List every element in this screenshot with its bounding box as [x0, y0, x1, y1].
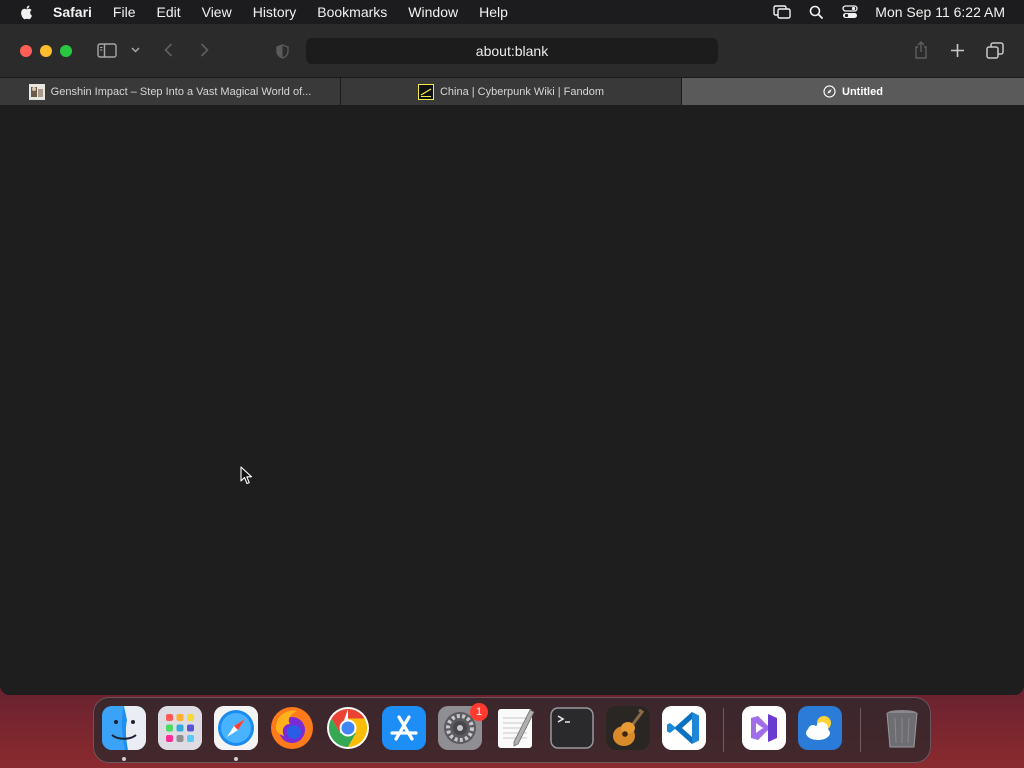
- sidebar-toggle-icon[interactable]: [96, 42, 118, 58]
- chevron-down-icon[interactable]: [129, 45, 141, 55]
- genshin-favicon: [28, 83, 45, 100]
- new-tab-plus-icon[interactable]: [948, 41, 966, 59]
- tab-label: China | Cyberpunk Wiki | Fandom: [439, 85, 605, 98]
- dock-launchpad-icon[interactable]: [158, 706, 202, 750]
- menu-bar-clock[interactable]: Mon Sep 11 6:22 AM: [875, 4, 1005, 20]
- dock-textedit-icon[interactable]: [494, 706, 538, 750]
- menu-bar: Safari File Edit View History Bookmarks …: [0, 0, 1024, 24]
- tab-genshin-impact[interactable]: Genshin Impact – Step Into a Vast Magica…: [0, 78, 341, 105]
- dock-separator: [860, 708, 861, 752]
- menu-window[interactable]: Window: [408, 4, 458, 20]
- dock-trash-icon[interactable]: [880, 706, 924, 750]
- safari-toolbar: about:blank: [0, 24, 1024, 77]
- menu-edit[interactable]: Edit: [156, 4, 180, 20]
- address-bar[interactable]: about:blank: [306, 38, 718, 64]
- tab-bar: Genshin Impact – Step Into a Vast Magica…: [0, 77, 1024, 105]
- tab-label: Untitled: [842, 85, 883, 98]
- page-content-blank[interactable]: [0, 105, 1024, 695]
- dock-garageband-icon[interactable]: [606, 706, 650, 750]
- compass-icon: [823, 85, 836, 98]
- share-icon[interactable]: [912, 40, 930, 60]
- menu-help[interactable]: Help: [479, 4, 508, 20]
- dock-terminal-icon[interactable]: [550, 706, 594, 750]
- address-bar-text: about:blank: [475, 43, 549, 59]
- cyberpunk-wiki-favicon: [417, 83, 434, 100]
- dock-vscode-icon[interactable]: [662, 706, 706, 750]
- privacy-shield-icon[interactable]: [274, 42, 290, 60]
- control-center-icon[interactable]: [841, 4, 859, 20]
- dock-chrome-icon[interactable]: [326, 706, 370, 750]
- tab-cyberpunk-wiki[interactable]: China | Cyberpunk Wiki | Fandom: [341, 78, 682, 105]
- spotlight-search-icon[interactable]: [807, 4, 825, 20]
- running-indicator: [234, 757, 238, 761]
- back-button-icon[interactable]: [160, 41, 176, 59]
- notification-badge: 1: [470, 703, 488, 721]
- close-window-button[interactable]: [20, 45, 32, 57]
- running-indicator: [122, 757, 126, 761]
- menu-file[interactable]: File: [113, 4, 136, 20]
- tab-overview-icon[interactable]: [985, 41, 1005, 59]
- dock: 1: [93, 697, 931, 763]
- dock-finder-icon[interactable]: [102, 706, 146, 750]
- menu-history[interactable]: History: [253, 4, 297, 20]
- dock-weather-icon[interactable]: [798, 706, 842, 750]
- dock-safari-icon[interactable]: [214, 706, 258, 750]
- menu-app-name[interactable]: Safari: [53, 4, 92, 20]
- dock-app-store-icon[interactable]: [382, 706, 426, 750]
- menu-bookmarks[interactable]: Bookmarks: [317, 4, 387, 20]
- menu-view[interactable]: View: [202, 4, 232, 20]
- dock-visual-studio-icon[interactable]: [742, 706, 786, 750]
- tab-untitled[interactable]: Untitled: [682, 78, 1024, 105]
- mouse-pointer-icon: [240, 466, 253, 485]
- minimize-window-button[interactable]: [40, 45, 52, 57]
- screen-mirroring-icon[interactable]: [773, 4, 791, 20]
- tab-label: Genshin Impact – Step Into a Vast Magica…: [50, 85, 312, 98]
- apple-menu-icon[interactable]: [19, 4, 35, 20]
- dock-firefox-icon[interactable]: [270, 706, 314, 750]
- zoom-window-button[interactable]: [60, 45, 72, 57]
- dock-separator: [723, 708, 724, 752]
- safari-window: about:blank Genshin Impact – Step Into a…: [0, 24, 1024, 695]
- forward-button-icon[interactable]: [196, 41, 212, 59]
